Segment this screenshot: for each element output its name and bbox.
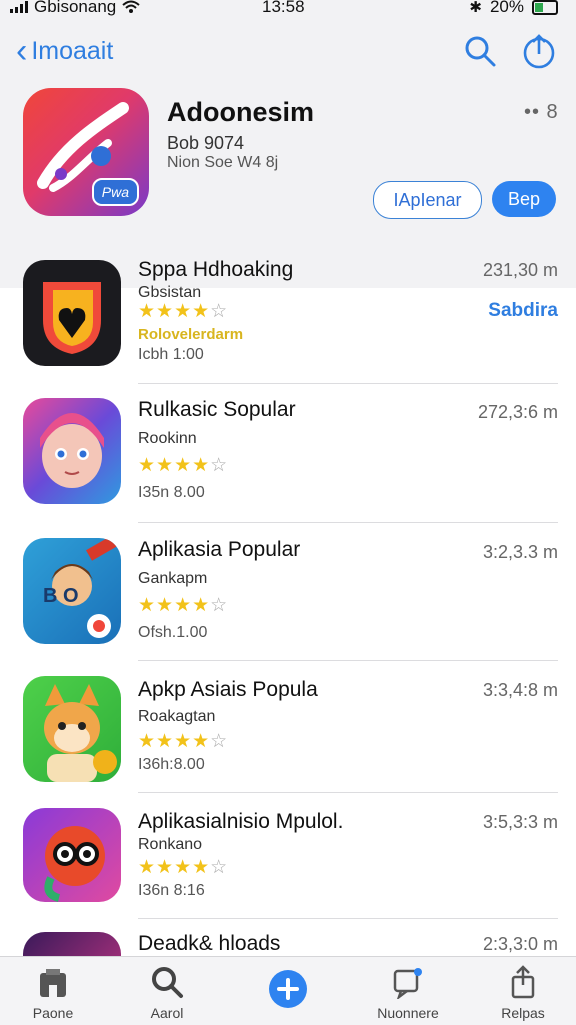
list-item[interactable]: Apkp Asiais Popula Roakagtan ★★★★☆ I36h:… (0, 676, 576, 793)
tab-add[interactable] (243, 957, 333, 1025)
shield-heart-icon (43, 282, 101, 354)
share-button[interactable] (522, 32, 556, 70)
store-icon (40, 969, 66, 997)
tab-search[interactable]: Aarol (122, 957, 212, 1025)
list-item[interactable]: B O Aplikasia Popular Gankapm ★★★★☆ Ofsh… (0, 538, 576, 662)
app-meta: Ofsh.1.00 (138, 624, 208, 641)
app-title: Sppa Hdhoaking (138, 258, 294, 281)
battery-percent: 20% (489, 0, 524, 16)
svg-text:B O: B O (43, 585, 79, 607)
app-icon: B O (23, 538, 121, 644)
list-item[interactable]: Sppa Hdhoaking Gbsistan ★★★★☆ Rolovelerd… (0, 258, 576, 384)
app-size: 272,3:6 m (477, 402, 558, 422)
tab-label: Relpas (501, 1005, 545, 1021)
hero-badge: Pwa (91, 178, 139, 206)
app-meta: I35n 8.00 (138, 484, 205, 501)
share-icon (511, 965, 535, 999)
app-size: 3:2,3.3 m (482, 542, 558, 562)
battery-icon (532, 0, 558, 15)
app-title: Rulkasic Sopular (138, 398, 296, 421)
hero-app-icon[interactable]: Pwa (23, 88, 149, 216)
status-right: ✱ 20% (469, 0, 558, 17)
tab-store[interactable]: Paone (8, 957, 98, 1025)
tab-share[interactable]: Relpas (478, 957, 568, 1025)
bluetooth-icon: ✱ (469, 0, 482, 16)
divider (138, 383, 558, 384)
chevron-left-icon: ‹ (16, 32, 28, 70)
rating-stars: ★★★★☆ (138, 301, 229, 322)
list-item[interactable]: Deadk& hloads 2:3,3:0 m (0, 930, 576, 956)
hero-subtitle: Bob 9074 (167, 133, 245, 153)
app-size: 3:5,3:3 m (482, 812, 558, 832)
list-item[interactable]: Rulkasic Sopular Rookinn ★★★★☆ I35n 8.00… (0, 398, 576, 523)
app-title: Aplikasia Popular (138, 538, 301, 561)
add-icon (269, 970, 307, 1008)
tab-bar: Paone Aarol Nuonnere Relpas (0, 956, 576, 1025)
get-button[interactable]: Bep (492, 181, 556, 217)
glasses-face-icon (44, 826, 105, 902)
app-icon (23, 676, 121, 782)
back-label: Imoaait (31, 36, 114, 65)
status-bar: Gbisonang 13:58 ✱ 20% (0, 0, 576, 18)
wifi-icon (122, 0, 140, 13)
status-time: 13:58 (262, 0, 305, 16)
divider (138, 918, 558, 919)
status-left: Gbisonang (10, 0, 140, 17)
rating-stars: ★★★★☆ (138, 455, 229, 476)
divider (138, 660, 558, 661)
app-size: 231,30 m (482, 260, 558, 280)
secondary-button[interactable]: IApIenar (373, 181, 482, 219)
hero-info: Nion Soe W4 8j (167, 154, 279, 171)
character-icon: B O (43, 538, 118, 638)
more-button[interactable]: •• 8 (524, 101, 559, 124)
app-icon (23, 808, 121, 902)
hero-title: Adoonesim (167, 97, 315, 127)
chat-icon (393, 968, 422, 999)
signal-icon (10, 1, 28, 13)
app-icon (23, 932, 121, 956)
fox-icon (44, 684, 117, 782)
back-button[interactable]: ‹ Imoaait (16, 34, 113, 68)
app-meta: Icbh 1:00 (138, 346, 204, 363)
tab-messages[interactable]: Nuonnere (363, 957, 453, 1025)
rating-stars: ★★★★☆ (138, 731, 229, 752)
girl-face-icon (40, 413, 104, 488)
list-item[interactable]: Aplikasialnisio Mpulol. Ronkano ★★★★☆ I3… (0, 808, 576, 920)
promo-label: Rolovelerdarm (138, 326, 244, 343)
rating-stars: ★★★★☆ (138, 857, 229, 878)
app-size: 2:3,3:0 m (482, 934, 558, 954)
app-title: Aplikasialnisio Mpulol. (138, 810, 344, 833)
app-icon (23, 260, 121, 366)
app-size: 3:3,4:8 m (482, 680, 558, 700)
app-meta: I36n 8:16 (138, 882, 205, 899)
app-subtitle: Ronkano (138, 836, 203, 853)
app-subtitle: Rookinn (138, 430, 197, 447)
carrier-label: Gbisonang (34, 0, 117, 16)
tab-label: Aarol (150, 1005, 184, 1021)
app-icon (23, 398, 121, 504)
app-title: Apkp Asiais Popula (138, 678, 318, 701)
action-link[interactable]: Sabdira (488, 300, 558, 322)
tab-label: Paone (32, 1005, 74, 1021)
app-subtitle: Roakagtan (138, 708, 216, 725)
rating-stars: ★★★★☆ (138, 595, 229, 616)
app-meta: I36h:8.00 (138, 756, 205, 773)
divider (138, 792, 558, 793)
search-icon (152, 967, 183, 998)
divider (138, 522, 558, 523)
app-title: Deadk& hloads (138, 932, 281, 955)
search-button[interactable] (463, 34, 497, 68)
tab-label: Nuonnere (377, 1005, 439, 1021)
app-subtitle: Gankapm (138, 570, 208, 587)
